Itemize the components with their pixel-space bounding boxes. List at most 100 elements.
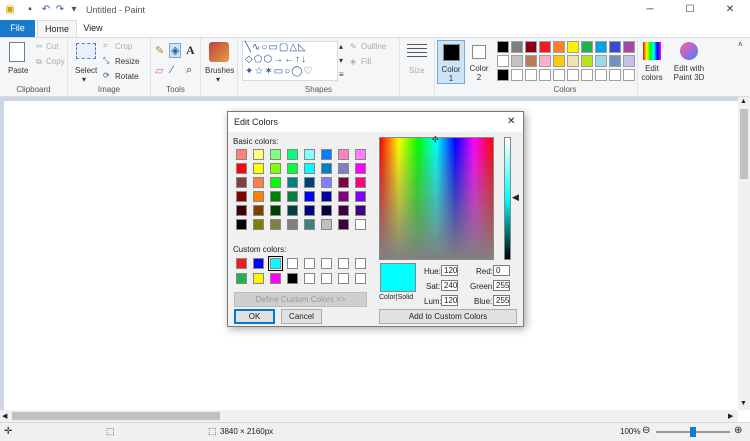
- luminosity-arrow-icon[interactable]: ◀: [512, 192, 519, 203]
- custom-color-swatch[interactable]: [268, 256, 283, 271]
- eraser-icon[interactable]: ▱: [155, 64, 163, 77]
- fill-button[interactable]: Fill: [361, 57, 371, 66]
- palette-swatch[interactable]: [623, 55, 635, 67]
- palette-swatch[interactable]: [623, 41, 635, 53]
- basic-color-swatch[interactable]: [253, 191, 264, 202]
- color2-button[interactable]: Color 2: [467, 40, 493, 84]
- basic-color-swatch[interactable]: [355, 177, 366, 188]
- zoom-slider-thumb[interactable]: [690, 427, 696, 437]
- basic-color-swatch[interactable]: [355, 205, 366, 216]
- custom-color-swatch[interactable]: [355, 258, 366, 269]
- zoom-in-icon[interactable]: ⊕: [734, 425, 742, 436]
- zoom-slider[interactable]: [656, 427, 730, 437]
- palette-swatch[interactable]: [511, 41, 523, 53]
- resize-button[interactable]: Resize: [115, 57, 139, 66]
- fill-bucket-icon[interactable]: ◈: [169, 43, 182, 58]
- copy-button[interactable]: Copy: [46, 57, 65, 66]
- basic-color-swatch[interactable]: [355, 191, 366, 202]
- custom-color-swatch[interactable]: [236, 258, 247, 269]
- horizontal-scrollbar[interactable]: ◀ ▶: [0, 410, 738, 422]
- scroll-up-icon[interactable]: ▲: [740, 98, 747, 105]
- basic-color-swatch[interactable]: [270, 163, 281, 174]
- palette-swatch[interactable]: [525, 55, 537, 67]
- palette-swatch[interactable]: [539, 69, 551, 81]
- palette-swatch[interactable]: [511, 69, 523, 81]
- custom-color-swatch[interactable]: [270, 273, 281, 284]
- basic-color-swatch[interactable]: [355, 163, 366, 174]
- edit-colors-button[interactable]: Edit colors: [638, 64, 666, 82]
- basic-color-swatch[interactable]: [236, 177, 247, 188]
- basic-color-swatch[interactable]: [321, 205, 332, 216]
- basic-color-swatch[interactable]: [236, 205, 247, 216]
- basic-color-swatch[interactable]: [287, 205, 298, 216]
- basic-color-swatch[interactable]: [304, 191, 315, 202]
- scroll-right-icon[interactable]: ▶: [728, 412, 733, 420]
- palette-swatch[interactable]: [609, 69, 621, 81]
- ribbon-collapse-icon[interactable]: ˄: [738, 40, 743, 49]
- basic-color-swatch[interactable]: [287, 191, 298, 202]
- palette-swatch[interactable]: [567, 55, 579, 67]
- vertical-scroll-thumb[interactable]: [740, 109, 748, 179]
- basic-color-swatch[interactable]: [304, 177, 315, 188]
- basic-color-swatch[interactable]: [304, 205, 315, 216]
- shapes-gallery[interactable]: ╲∿○▭▢△◺ ◇⬠⬡→←↑↓ ✦☆✶▭○◯♡: [242, 41, 338, 81]
- basic-color-swatch[interactable]: [321, 163, 332, 174]
- palette-swatch[interactable]: [581, 41, 593, 53]
- basic-color-swatch[interactable]: [287, 219, 298, 230]
- edit-with-paint3d-button[interactable]: Edit with Paint 3D: [668, 64, 710, 82]
- basic-color-swatch[interactable]: [253, 177, 264, 188]
- palette-swatch[interactable]: [553, 55, 565, 67]
- palette-swatch[interactable]: [497, 55, 509, 67]
- basic-color-swatch[interactable]: [236, 219, 247, 230]
- paint3d-tool[interactable]: Edit with Paint 3D: [668, 38, 710, 96]
- cancel-button[interactable]: Cancel: [281, 309, 322, 324]
- scroll-left-icon[interactable]: ◀: [2, 412, 7, 420]
- customize-quick-access-icon[interactable]: ▾: [68, 4, 80, 16]
- edit-colors-tool[interactable]: Edit colors: [638, 38, 666, 96]
- palette-swatch[interactable]: [567, 41, 579, 53]
- basic-color-swatch[interactable]: [355, 219, 366, 230]
- basic-color-swatch[interactable]: [355, 149, 366, 160]
- basic-color-swatch[interactable]: [270, 219, 281, 230]
- basic-color-swatch[interactable]: [270, 149, 281, 160]
- custom-color-swatch[interactable]: [304, 258, 315, 269]
- tab-view[interactable]: View: [78, 20, 108, 37]
- shapes-scroll-down-icon[interactable]: ▾: [339, 56, 343, 65]
- color-spectrum[interactable]: ✣: [379, 135, 494, 260]
- custom-color-swatch[interactable]: [355, 273, 366, 284]
- basic-color-swatch[interactable]: [321, 177, 332, 188]
- lum-field[interactable]: 120: [441, 295, 458, 306]
- palette-swatch[interactable]: [581, 55, 593, 67]
- outline-button[interactable]: Outline: [361, 42, 386, 51]
- paste-button[interactable]: Paste: [8, 66, 28, 75]
- red-field[interactable]: 0: [493, 265, 510, 276]
- brushes-dropdown-icon[interactable]: ▾: [216, 75, 220, 84]
- undo-icon[interactable]: ↶: [40, 4, 52, 16]
- select-button[interactable]: Select: [75, 66, 97, 75]
- basic-color-swatch[interactable]: [304, 149, 315, 160]
- sat-field[interactable]: 240: [441, 280, 458, 291]
- brushes-button[interactable]: Brushes: [205, 66, 234, 75]
- custom-color-swatch[interactable]: [253, 273, 264, 284]
- custom-color-swatch[interactable]: [338, 258, 349, 269]
- pencil-icon[interactable]: ✎: [155, 44, 164, 57]
- tab-home[interactable]: Home: [37, 20, 77, 37]
- basic-color-swatch[interactable]: [270, 177, 281, 188]
- minimize-button[interactable]: ─: [630, 0, 670, 20]
- custom-color-swatch[interactable]: [253, 258, 264, 269]
- ok-button[interactable]: OK: [234, 309, 275, 324]
- shapes-scroll-up-icon[interactable]: ▴: [339, 42, 343, 51]
- basic-color-swatch[interactable]: [287, 163, 298, 174]
- palette-swatch[interactable]: [609, 55, 621, 67]
- basic-color-swatch[interactable]: [321, 149, 332, 160]
- basic-color-swatch[interactable]: [253, 163, 264, 174]
- select-dropdown-icon[interactable]: ▾: [82, 75, 86, 84]
- palette-swatch[interactable]: [553, 69, 565, 81]
- basic-color-swatch[interactable]: [304, 219, 315, 230]
- vertical-scrollbar[interactable]: ▲ ▼: [738, 97, 750, 410]
- palette-swatch[interactable]: [497, 69, 509, 81]
- basic-color-swatch[interactable]: [236, 149, 247, 160]
- palette-swatch[interactable]: [595, 41, 607, 53]
- size-button[interactable]: Size: [409, 66, 425, 75]
- custom-color-swatch[interactable]: [287, 258, 298, 269]
